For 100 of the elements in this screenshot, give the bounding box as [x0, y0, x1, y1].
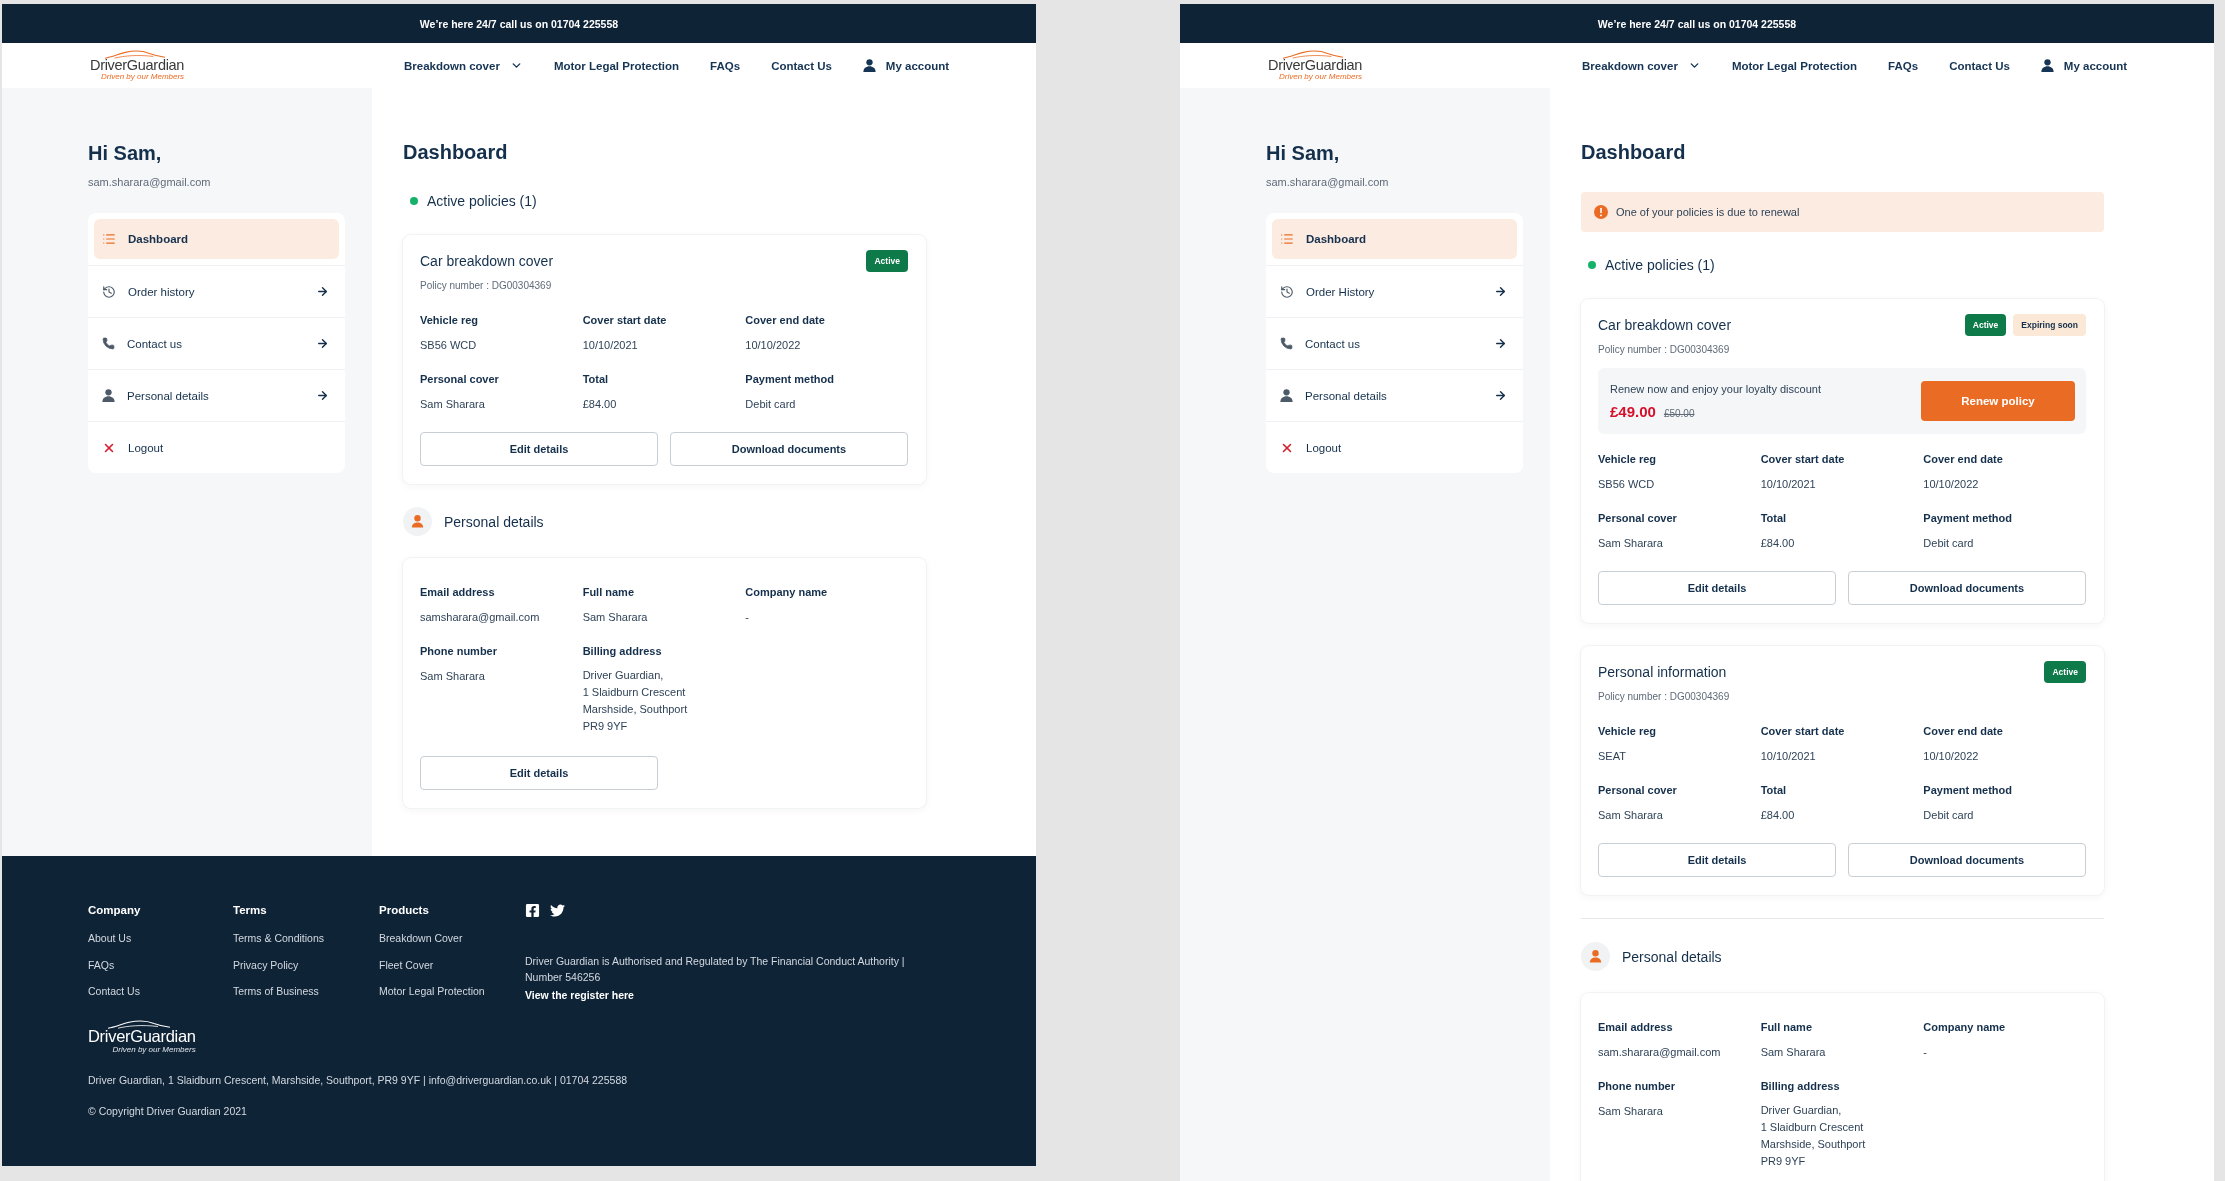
footer-link[interactable]: FAQs [88, 957, 115, 972]
menu-item[interactable]: Order history [94, 272, 339, 311]
phone-icon [1280, 337, 1293, 350]
field-value: sam.sharara@gmail.com [1598, 1045, 1722, 1059]
field-value: Sam Sharara [1760, 1045, 1827, 1059]
field-value: Sam Sharara [420, 397, 486, 411]
page-title: Dashboard [1581, 140, 1687, 164]
menu-item[interactable]: Logout [1272, 428, 1517, 467]
menu-item[interactable]: Dashboard [94, 219, 339, 259]
field-value: £84.00 [582, 397, 618, 411]
field-value: SB56 WCD [420, 338, 478, 352]
greeting-text: Hi Sam, [1266, 141, 1341, 165]
field-label: Full name [1760, 1020, 1813, 1034]
support-phone-text: We’re here 24/7 call us on 01704 225558 [419, 17, 619, 30]
nav-link[interactable]: Contact Us [1949, 59, 2010, 72]
greeting-text: Hi Sam, [88, 141, 163, 165]
list-icon [102, 232, 116, 246]
field-label: Cover start date [1760, 724, 1846, 738]
copyright-text: © Copyright Driver Guardian 2021 [88, 1103, 248, 1118]
footer-heading: Products [379, 903, 429, 917]
logo-tagline: Driven by our Members [1279, 73, 1363, 82]
card-title: Car breakdown cover [1598, 316, 1732, 334]
footer-link[interactable]: Fleet Cover [379, 957, 434, 972]
account-link[interactable]: My account [2040, 59, 2128, 72]
outline-button[interactable]: Download documents [1848, 571, 2086, 605]
card-title: Personal information [1598, 663, 1727, 681]
logo-wordmark[interactable]: DriverGuardian [88, 1028, 196, 1045]
menu-item[interactable]: Logout [94, 428, 339, 467]
menu-item[interactable]: Contact us [1272, 324, 1517, 363]
footer-link[interactable]: Terms & Conditions [233, 931, 325, 945]
field-value: SB56 WCD [1598, 477, 1656, 491]
facebook-icon[interactable] [525, 902, 540, 918]
field-label: Phone number [1598, 1079, 1676, 1093]
status-badge: Active [2044, 661, 2086, 683]
menu-item[interactable]: Dashboard [1272, 219, 1517, 259]
car-outline-icon [1282, 49, 1344, 59]
field-label: Payment method [1923, 783, 2013, 797]
arrow-right-icon [316, 285, 329, 298]
field-value: SEAT [1598, 749, 1627, 763]
menu-item[interactable]: Contact us [94, 324, 339, 363]
price-text: £49.00 [1610, 403, 1656, 420]
outline-button[interactable]: Edit details [420, 756, 658, 790]
field-value: Debit card [745, 397, 797, 411]
field-value: £84.00 [1760, 536, 1796, 550]
field-label: Payment method [745, 372, 835, 386]
field-label: Email address [1598, 1020, 1674, 1034]
menu-item[interactable]: Personal details [1272, 376, 1517, 415]
nav-link[interactable]: FAQs [1888, 59, 1919, 72]
policy-number-text: Policy number : DG00304369 [420, 279, 553, 292]
nav-link[interactable]: FAQs [710, 59, 741, 72]
footer-link[interactable]: Privacy Policy [233, 957, 299, 972]
menu-item[interactable]: Order History [1272, 272, 1517, 311]
logo-tagline: Driven by our Members [112, 1045, 196, 1054]
twitter-icon[interactable] [550, 902, 565, 918]
outline-button[interactable]: Download documents [670, 432, 908, 466]
email-text: sam.sharara@gmail.com [88, 175, 212, 189]
nav-link[interactable]: Contact Us [771, 59, 832, 72]
footer-link[interactable]: Contact Us [88, 984, 140, 998]
field-label: Phone number [420, 644, 498, 658]
field-value: 10/10/2022 [1923, 477, 1980, 491]
nav-link[interactable]: Motor Legal Protection [553, 59, 680, 72]
field-value: Sam Sharara [582, 610, 649, 624]
field-label: Personal cover [1598, 511, 1678, 525]
field-value: Sam Sharara [1598, 1104, 1664, 1118]
footer-link[interactable]: Breakdown Cover [379, 931, 463, 945]
field-label: Cover end date [1923, 724, 2004, 738]
field-label: Full name [582, 585, 635, 599]
nav-link[interactable]: Motor Legal Protection [1731, 59, 1858, 72]
outline-button[interactable]: Edit details [420, 432, 658, 466]
nav-dropdown[interactable]: Breakdown cover [404, 59, 523, 72]
field-value: samsharara@gmail.com [420, 610, 541, 624]
person-icon [102, 389, 115, 402]
alert-text: One of your policies is due to renewal [1616, 206, 1800, 218]
field-value: 10/10/2021 [582, 338, 639, 352]
footer-link[interactable]: Motor Legal Protection [379, 984, 485, 998]
register-link[interactable]: View the register here [525, 988, 634, 1002]
field-label: Vehicle reg [420, 313, 480, 327]
footer-link[interactable]: About Us [88, 931, 132, 945]
policy-number-text: Policy number : DG00304369 [1598, 343, 1731, 356]
footer-link[interactable]: Terms of Business [233, 984, 319, 998]
person-icon [2040, 59, 2054, 72]
arrow-right-icon [1494, 337, 1507, 350]
field-value: Sam Sharara [1598, 536, 1664, 550]
logo-wordmark[interactable]: DriverGuardian [1268, 57, 1363, 73]
history-icon [102, 284, 116, 299]
contact-text: Driver Guardian, 1 Slaidburn Crescent, Marshside, Southport, PR9 9YF | info@driverguardian.co.uk | 01704 225588 [88, 1072, 629, 1087]
field-value: 10/10/2022 [1923, 749, 1980, 763]
field-label: Cover start date [1760, 452, 1846, 466]
menu-item[interactable]: Personal details [94, 376, 339, 415]
regulation-text: Driver Guardian is Authorised and Regulated by The Financial Conduct Authority | Number 546256 [525, 954, 906, 985]
outline-button[interactable]: Edit details [1598, 843, 1836, 877]
nav-dropdown[interactable]: Breakdown cover [1582, 59, 1701, 72]
field-label: Cover end date [1923, 452, 2004, 466]
field-value: Debit card [1923, 536, 1975, 550]
logo-wordmark[interactable]: DriverGuardian [90, 57, 185, 73]
outline-button[interactable]: Edit details [1598, 571, 1836, 605]
field-label: Email address [420, 585, 496, 599]
list-icon [1280, 232, 1294, 246]
account-link[interactable]: My account [862, 59, 950, 72]
outline-button[interactable]: Download documents [1848, 843, 2086, 877]
